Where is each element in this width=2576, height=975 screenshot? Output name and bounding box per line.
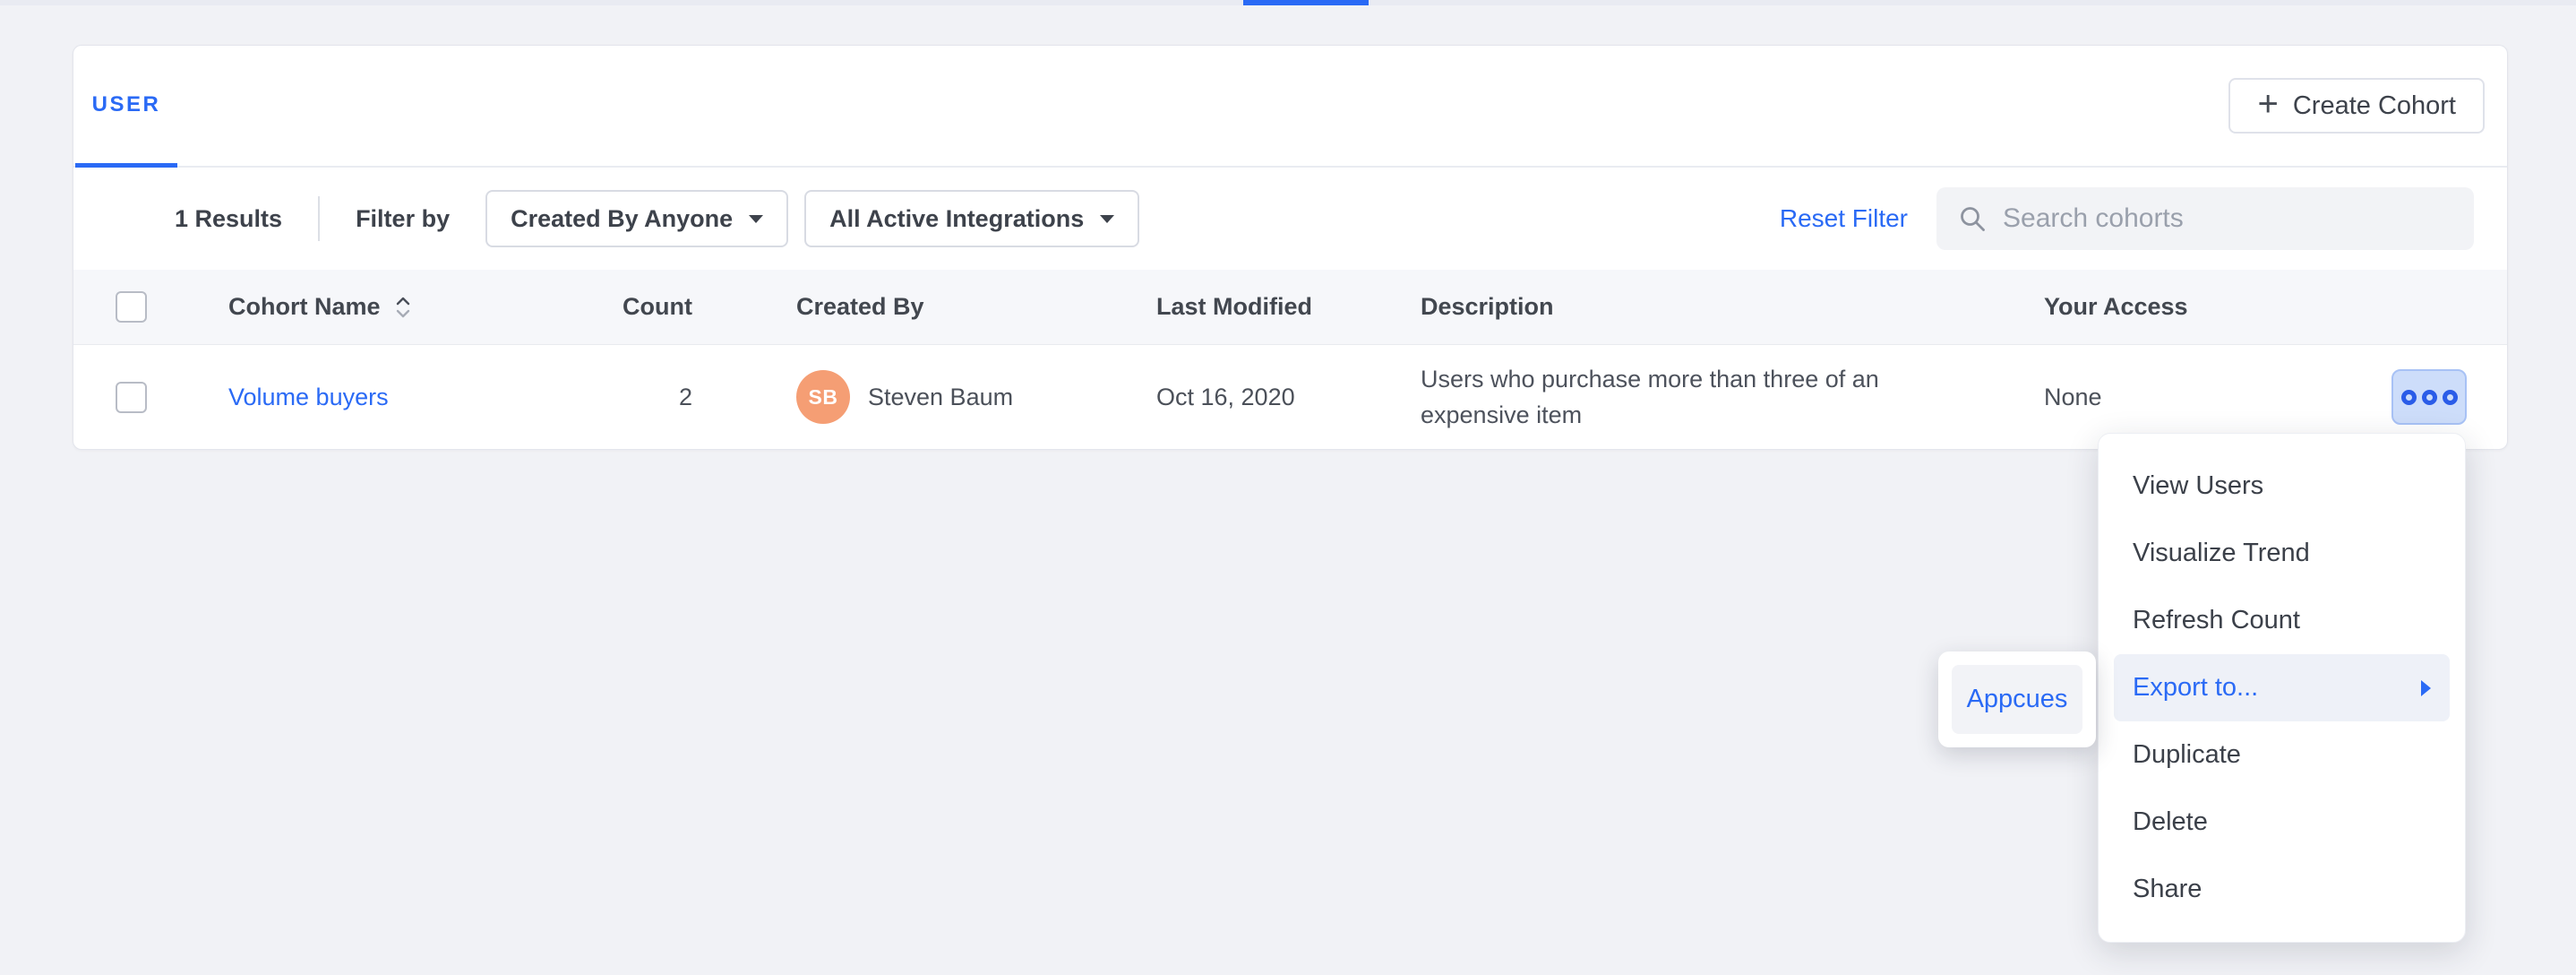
top-nav-strip [0,0,2576,5]
cohort-description: Users who purchase more than three of an… [1421,361,1924,433]
sort-icon [393,294,413,321]
menu-item-share[interactable]: Share [2099,856,2465,923]
column-header-description: Description [1421,293,2044,321]
cohorts-panel: USER + Create Cohort 1 Results Filter by… [73,45,2508,450]
column-header-count: Count [497,293,692,321]
dot-icon [2443,390,2458,405]
search-icon [1958,204,1987,233]
created-by-name: Steven Baum [868,384,1013,411]
top-nav-active-tab-indicator[interactable] [1243,0,1369,5]
created-by-dropdown-label: Created By Anyone [511,205,733,233]
submenu-arrow-icon [2421,680,2431,696]
cohort-name-link[interactable]: Volume buyers [228,384,389,410]
tab-user[interactable]: USER [75,46,177,168]
menu-item-duplicate[interactable]: Duplicate [2099,721,2465,789]
reset-filter-link[interactable]: Reset Filter [1780,204,1908,233]
integrations-dropdown-label: All Active Integrations [829,205,1084,233]
create-cohort-label: Create Cohort [2293,91,2456,121]
dot-icon [2401,390,2417,405]
chevron-down-icon [1100,215,1114,223]
integrations-dropdown[interactable]: All Active Integrations [804,190,1139,247]
row-actions-menu: View Users Visualize Trend Refresh Count… [2098,433,2466,943]
menu-item-export-to[interactable]: Export to... [2114,654,2450,721]
your-access-value: None [2044,384,2102,411]
menu-item-view-users[interactable]: View Users [2099,453,2465,520]
column-header-your-access: Your Access [2044,293,2507,321]
avatar: SB [796,370,850,424]
filter-bar: 1 Results Filter by Created By Anyone Al… [73,168,2507,270]
cohort-count: 2 [497,384,692,411]
results-count: 1 Results [175,205,282,233]
menu-item-export-to-label: Export to... [2133,673,2258,703]
create-cohort-button[interactable]: + Create Cohort [2228,78,2485,134]
row-checkbox[interactable] [116,382,147,413]
table-header: Cohort Name Count Created By Last Modifi… [73,270,2507,345]
created-by-dropdown[interactable]: Created By Anyone [485,190,788,247]
select-all-checkbox[interactable] [116,291,147,323]
plus-icon: + [2257,86,2278,122]
search-cohorts-box[interactable] [1936,187,2474,250]
export-submenu: Appcues [1938,651,2096,747]
submenu-item-appcues[interactable]: Appcues [1952,665,2082,734]
column-header-created-by: Created By [692,293,1156,321]
menu-item-delete[interactable]: Delete [2099,789,2465,856]
last-modified-date: Oct 16, 2020 [1156,384,1421,411]
chevron-down-icon [749,215,763,223]
column-header-last-modified: Last Modified [1156,293,1421,321]
search-input[interactable] [2003,203,2452,234]
row-actions-button[interactable] [2391,369,2467,425]
menu-item-visualize-trend[interactable]: Visualize Trend [2099,520,2465,587]
dot-icon [2422,390,2437,405]
filter-divider [318,196,320,241]
filter-by-label: Filter by [356,205,450,233]
menu-item-refresh-count[interactable]: Refresh Count [2099,587,2465,654]
column-header-cohort-name[interactable]: Cohort Name [228,293,497,321]
panel-tabbar: USER + Create Cohort [73,46,2507,168]
